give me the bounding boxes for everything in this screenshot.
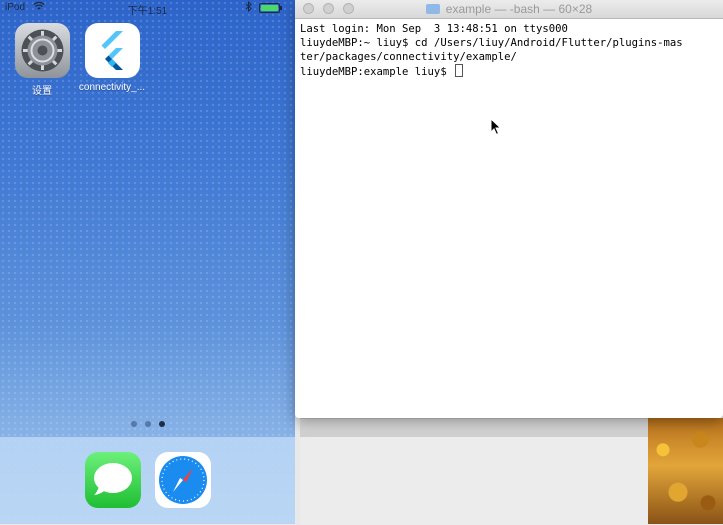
app-label-connectivity: connectivity_... bbox=[78, 82, 146, 93]
terminal-output[interactable]: Last login: Mon Sep 3 13:48:51 on ttys00… bbox=[300, 22, 723, 418]
bluetooth-icon bbox=[245, 0, 252, 15]
ios-simulator: iPod 下午1:51 设置 connectivity_... bbox=[0, 0, 295, 524]
terminal-window[interactable]: example — -bash — 60×28 Last login: Mon … bbox=[295, 0, 723, 418]
window-title: example — -bash — 60×28 bbox=[295, 2, 723, 16]
terminal-prompt: liuydeMBP:example liuy$ bbox=[300, 66, 454, 78]
app-label-settings: 设置 bbox=[32, 86, 52, 97]
background-window-titlebar bbox=[300, 419, 650, 437]
text-cursor bbox=[455, 64, 464, 77]
dock bbox=[0, 437, 295, 524]
status-bar: iPod 下午1:51 bbox=[0, 0, 295, 17]
app-settings[interactable]: 设置 bbox=[7, 23, 77, 97]
terminal-line: Last login: Mon Sep 3 13:48:51 on ttys00… bbox=[300, 23, 568, 35]
page-dot bbox=[144, 421, 151, 427]
messages-icon[interactable] bbox=[85, 452, 141, 508]
desktop-wallpaper-photo bbox=[648, 418, 723, 524]
terminal-prompt-line: liuydeMBP:example liuy$ bbox=[300, 64, 723, 79]
folder-icon bbox=[425, 4, 440, 14]
settings-gear-icon bbox=[14, 23, 70, 78]
page-dot bbox=[130, 421, 137, 427]
terminal-line: ter/packages/connectivity/example/ bbox=[300, 51, 517, 63]
page-indicator[interactable] bbox=[0, 421, 295, 427]
page-dot-active bbox=[158, 421, 165, 427]
terminal-titlebar[interactable]: example — -bash — 60×28 bbox=[295, 0, 723, 19]
terminal-line: liuydeMBP:~ liuy$ cd /Users/liuy/Android… bbox=[300, 37, 683, 49]
safari-icon[interactable] bbox=[155, 452, 211, 508]
app-connectivity[interactable]: connectivity_... bbox=[77, 23, 147, 93]
window-title-text: example — -bash — 60×28 bbox=[445, 2, 593, 16]
mouse-pointer-icon bbox=[490, 118, 502, 136]
background-window bbox=[300, 418, 650, 525]
battery-icon bbox=[259, 3, 282, 13]
flutter-logo-icon bbox=[84, 23, 140, 78]
